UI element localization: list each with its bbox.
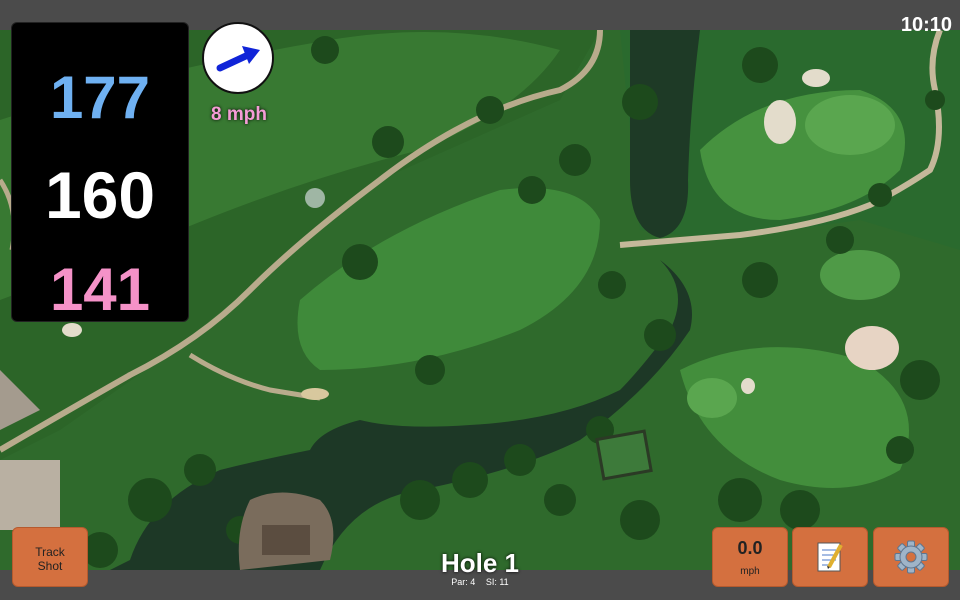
distance-middle: 160 xyxy=(44,158,156,232)
speed-button[interactable]: 0.0 mph xyxy=(712,527,788,587)
wind-speed-label: 8 mph xyxy=(211,104,267,125)
hole-title: Hole 1 xyxy=(440,548,520,578)
track-shot-label-line2: Shot xyxy=(37,559,63,573)
gear-icon xyxy=(894,540,928,574)
arrow-icon xyxy=(216,46,260,72)
track-shot-button[interactable]: Track Shot xyxy=(12,527,88,587)
hole-stroke-index: SI: 11 xyxy=(485,577,509,587)
speed-unit: mph xyxy=(740,566,760,577)
hole-info: Par: 4 SI: 11 xyxy=(380,577,580,587)
clock: 10:10 xyxy=(900,14,952,36)
notes-button[interactable] xyxy=(792,527,868,587)
distance-panel: 177 160 141 xyxy=(11,22,189,323)
wind-direction-indicator xyxy=(202,22,274,94)
distance-back: 177 xyxy=(49,64,151,131)
notepad-icon xyxy=(817,542,843,572)
track-shot-label-line1: Track xyxy=(35,545,65,559)
distance-front: 141 xyxy=(49,256,151,323)
speed-value: 0.0 xyxy=(737,538,763,558)
hole-par: Par: 4 xyxy=(451,577,476,587)
settings-button[interactable] xyxy=(873,527,949,587)
